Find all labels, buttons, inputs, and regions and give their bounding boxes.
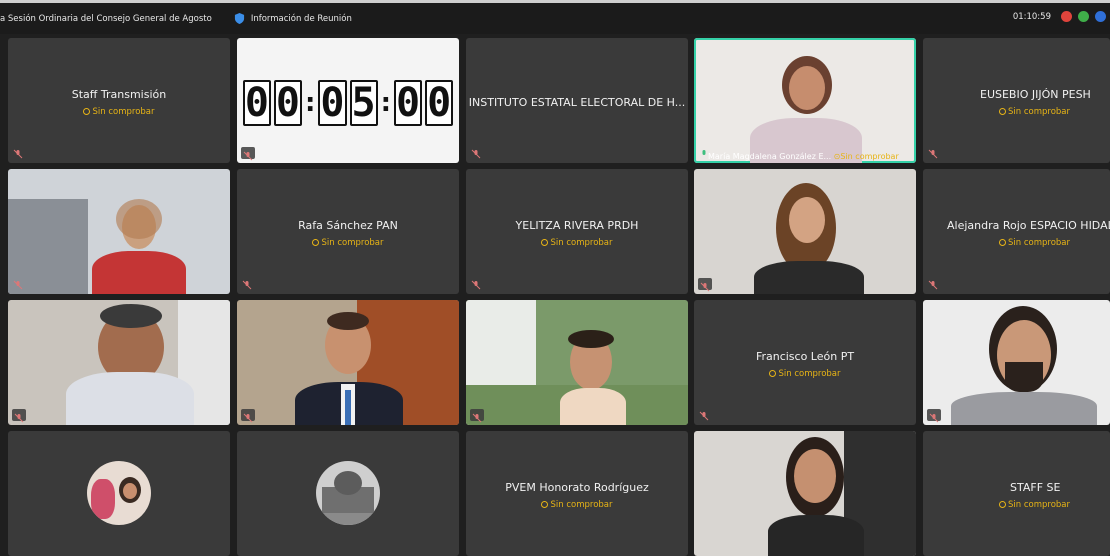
timer-digit: 0: [273, 80, 302, 126]
clock-icon: [541, 239, 549, 246]
participant-tile-rafa[interactable]: Rafa Sánchez PAN Sin comprobar: [237, 169, 459, 294]
participant-name: María Magdalena González E... ⊙Sin compr…: [708, 152, 899, 161]
participant-tile-maria[interactable]: María Magdalena González E... ⊙Sin compr…: [694, 38, 916, 163]
participant-video: [923, 300, 1110, 425]
elapsed-time: 01:10:59: [1012, 11, 1051, 22]
mic-on-icon: [699, 149, 709, 159]
meeting-title: a Sesión Ordinaria del Consejo General d…: [0, 13, 212, 24]
participant-name: EUSEBIO JIJÓN PESH: [980, 88, 1091, 101]
participant-tile-staff-transmision[interactable]: Staff Transmisión Sin comprobar: [8, 38, 230, 163]
mic-muted-icon: [927, 409, 941, 423]
clock-icon: [83, 108, 91, 115]
mic-muted-icon: [928, 149, 938, 159]
meeting-info-label: Información de Reunión: [250, 13, 352, 24]
record-icon[interactable]: [1061, 11, 1072, 22]
meeting-header: a Sesión Ordinaria del Consejo General d…: [0, 0, 1110, 34]
participant-name: Rafa Sánchez PAN: [298, 219, 398, 232]
shield-icon: [234, 13, 244, 24]
countdown-timer: 0 0 : 0 5 : 0 0: [242, 78, 454, 128]
mic-muted-icon: [470, 409, 484, 423]
participant-video: [237, 300, 459, 425]
status-label: Sin comprobar: [466, 238, 688, 248]
participant-tile-timer[interactable]: 0 0 : 0 5 : 0 0: [237, 38, 459, 163]
clock-icon: [999, 108, 1006, 115]
timer-digit: 5: [349, 80, 378, 126]
participant-tile-alejandra[interactable]: Alejandra Rojo ESPACIO HIDALG Sin compro…: [923, 169, 1110, 294]
participant-tile-eusebio[interactable]: EUSEBIO JIJÓN PESH Sin comprobar: [923, 38, 1110, 163]
mic-muted-icon: [698, 278, 712, 292]
participant-video: [694, 431, 916, 556]
mic-muted-icon: [471, 149, 481, 159]
video-grid: Staff Transmisión Sin comprobar 0 0 : 0 …: [0, 36, 1110, 556]
participant-video: [8, 169, 230, 294]
participant-name: PVEM Honorato Rodríguez: [505, 481, 649, 494]
participant-video: [694, 169, 916, 294]
avatar: [316, 461, 380, 525]
security-icon[interactable]: [1078, 11, 1089, 22]
participant-name: STAFF SE: [1010, 481, 1061, 494]
participant-tile-video-5[interactable]: [466, 300, 688, 425]
status-label: Sin comprobar: [694, 369, 916, 379]
mic-muted-icon: [241, 409, 255, 423]
participant-tile-video-3[interactable]: [8, 300, 230, 425]
participant-video: [8, 300, 230, 425]
layout-icon[interactable]: [1095, 11, 1106, 22]
mic-muted-icon: [699, 411, 709, 421]
mic-muted-icon: [13, 149, 23, 159]
status-label: Sin comprobar: [999, 238, 1110, 248]
participant-name: YELITZA RIVERA PRDH: [515, 219, 639, 232]
clock-icon: [541, 501, 549, 508]
timer-digit: 0: [318, 80, 347, 126]
participant-tile-avatar-2[interactable]: [237, 431, 459, 556]
participant-tile-staff-se[interactable]: STAFF SE Sin comprobar: [923, 431, 1110, 556]
participant-video: [466, 300, 688, 425]
mic-muted-icon: [12, 409, 26, 423]
status-label: Sin comprobar: [999, 500, 1110, 510]
status-label: Sin comprobar: [8, 107, 230, 117]
participant-tile-video-7[interactable]: [694, 431, 916, 556]
participant-tile-video-2[interactable]: [694, 169, 916, 294]
clock-icon: [769, 370, 777, 377]
status-label: Sin comprobar: [237, 238, 459, 248]
mic-muted-icon: [471, 280, 481, 290]
status-label: Sin comprobar: [466, 500, 688, 510]
timer-colon: :: [305, 88, 316, 118]
clock-icon: [999, 501, 1006, 508]
mic-muted-icon: [242, 280, 252, 290]
clock-icon: [312, 239, 320, 246]
timer-colon: :: [380, 88, 391, 118]
participant-tile-avatar-1[interactable]: [8, 431, 230, 556]
participant-name: INSTITUTO ESTATAL ELECTORAL DE H...: [468, 96, 686, 109]
participant-tile-video-1[interactable]: [8, 169, 230, 294]
clock-icon: [999, 239, 1006, 246]
avatar: [87, 461, 151, 525]
participant-tile-video-4[interactable]: [237, 300, 459, 425]
participant-tile-yelitza[interactable]: YELITZA RIVERA PRDH Sin comprobar: [466, 169, 688, 294]
mic-muted-icon: [928, 280, 938, 290]
mic-muted-icon: [13, 280, 23, 290]
participant-name: Francisco León PT: [755, 350, 855, 363]
participant-tile-instituto[interactable]: INSTITUTO ESTATAL ELECTORAL DE H...: [466, 38, 688, 163]
participant-tile-francisco[interactable]: Francisco León PT Sin comprobar: [694, 300, 916, 425]
participant-tile-pvem[interactable]: PVEM Honorato Rodríguez Sin comprobar: [466, 431, 688, 556]
timer-digit: 0: [425, 80, 454, 126]
participant-video: [694, 38, 916, 163]
status-label: Sin comprobar: [999, 107, 1110, 117]
meeting-info-button[interactable]: Información de Reunión: [234, 13, 352, 24]
timer-digit: 0: [394, 80, 423, 126]
participant-tile-video-6[interactable]: [923, 300, 1110, 425]
mic-muted-icon: [241, 147, 255, 161]
timer-digit: 0: [242, 80, 271, 126]
participant-name: Staff Transmisión: [71, 88, 167, 101]
participant-name: Alejandra Rojo ESPACIO HIDALG: [947, 219, 1110, 232]
